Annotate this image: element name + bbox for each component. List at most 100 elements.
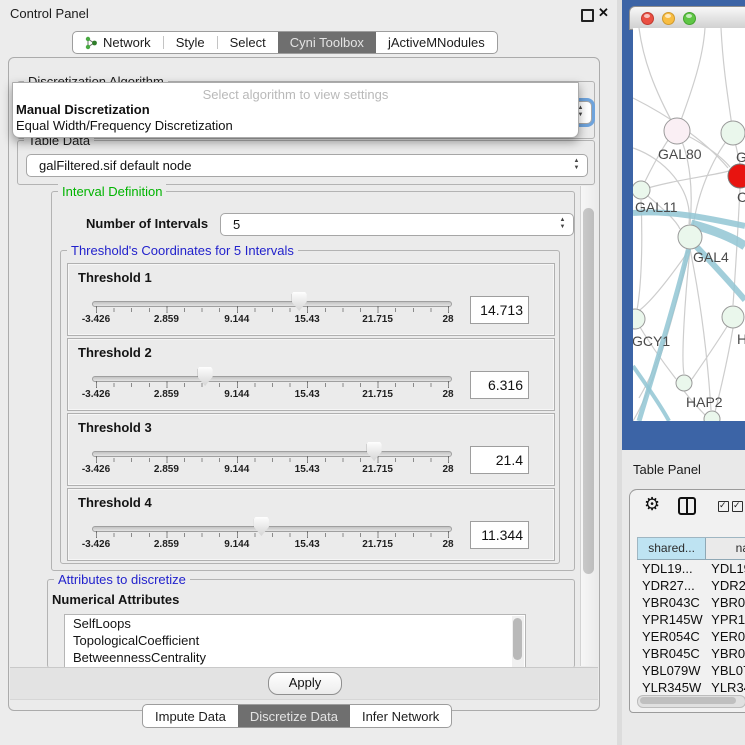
tick-label: 28	[442, 464, 453, 475]
node-gal11[interactable]	[633, 181, 650, 199]
tick-label: 21.715	[362, 464, 393, 475]
dropdown-item-equal-width-frequency[interactable]: Equal Width/Frequency Discretization	[16, 118, 233, 133]
tick-label: 15.43	[295, 464, 320, 475]
main-scrollbar[interactable]	[580, 186, 596, 666]
minimize-traffic-light[interactable]	[662, 12, 675, 25]
tick-label: 28	[442, 539, 453, 550]
combo-stepper-icon	[572, 158, 581, 172]
table-row[interactable]: YDR27... YDR27	[637, 577, 745, 594]
tab-jactivemnodules[interactable]: jActiveMNodules	[376, 32, 497, 53]
node-h[interactable]	[722, 306, 744, 328]
tick-label: 28	[442, 389, 453, 400]
table-row[interactable]: YBL079W YBL07	[637, 662, 745, 679]
column-header-shared-name[interactable]: shared...	[637, 538, 706, 559]
slider-minor-ticks	[96, 533, 449, 537]
threshold-4-value-field[interactable]: 11.344	[470, 521, 529, 549]
column-header-name[interactable]: na	[706, 538, 745, 559]
table-data-value: galFiltered.sif default node	[39, 158, 191, 173]
checkbox-icon[interactable]	[718, 501, 729, 512]
tick-label: 21.715	[362, 314, 393, 325]
table-row[interactable]: YBR045C YBR04	[637, 645, 745, 662]
algorithm-dropdown-popup: Select algorithm to view settings Manual…	[12, 82, 579, 138]
node-ga[interactable]	[721, 121, 745, 145]
node-gal4[interactable]	[678, 225, 702, 249]
close-traffic-light[interactable]	[641, 12, 654, 25]
slider-minor-ticks	[96, 308, 449, 312]
tab-network[interactable]: Network	[73, 32, 163, 53]
top-tabstrip: Network Style Select Cyni Toolbox jActiv…	[72, 31, 498, 54]
network-window-titlebar[interactable]	[629, 6, 745, 30]
node-pink[interactable]	[664, 118, 690, 144]
tick-label: -3.426	[82, 314, 110, 325]
numerical-attributes-label: Numerical Attributes	[52, 592, 179, 607]
close-icon[interactable]: ✕	[598, 5, 609, 21]
table-panel-title: Table Panel	[633, 462, 701, 477]
zoom-traffic-light[interactable]	[683, 12, 696, 25]
tick-label: 28	[442, 314, 453, 325]
threshold-3-panel: Threshold 3 -3.426 2.859 9.144 15.43 21.…	[67, 413, 555, 486]
attributes-group: Attributes to discretize Numerical Attri…	[47, 579, 575, 668]
number-of-intervals-combobox[interactable]: 5	[220, 213, 574, 236]
node-partial[interactable]	[704, 411, 720, 421]
list-item[interactable]: BetweennessCentrality	[65, 649, 525, 666]
tab-infer-network[interactable]: Infer Network	[350, 705, 451, 727]
node-gcy1[interactable]	[633, 309, 645, 329]
threshold-1-value-field[interactable]: 14.713	[470, 296, 529, 324]
apply-button[interactable]: Apply	[268, 672, 342, 695]
threshold-4-label: Threshold 4	[78, 495, 152, 510]
table-horizontal-scrollbar-thumb[interactable]	[640, 697, 736, 704]
list-scrollbar[interactable]	[512, 616, 524, 670]
number-of-intervals-label: Number of Intervals	[86, 216, 208, 231]
tab-cyni-toolbox[interactable]: Cyni Toolbox	[278, 32, 376, 53]
list-item[interactable]: SelfLoops	[65, 615, 525, 632]
node-hap2[interactable]	[676, 375, 692, 391]
threshold-4-panel: Threshold 4 -3.426 2.859 9.144 15.43 21.…	[67, 488, 555, 561]
split-columns-icon[interactable]	[678, 497, 696, 515]
gear-icon[interactable]: ⚙	[644, 494, 660, 515]
tick-label: 9.144	[224, 314, 249, 325]
tick-label: -3.426	[82, 464, 110, 475]
threshold-2-value-field[interactable]: 6.316	[470, 371, 529, 399]
combo-stepper-icon	[558, 217, 567, 231]
interval-definition-group: Interval Definition Number of Intervals …	[51, 191, 575, 571]
table-data-combobox[interactable]: galFiltered.sif default node	[26, 154, 588, 177]
node-label-gal80: GAL80	[658, 146, 702, 162]
table-row[interactable]: YLR345W YLR34	[637, 679, 745, 696]
float-window-icon[interactable]	[581, 9, 594, 22]
checkbox-icon[interactable]	[732, 501, 743, 512]
table-row[interactable]: YDL19... YDL19	[637, 560, 745, 577]
node-label-ga: GA	[736, 149, 745, 165]
main-scrollbar-thumb[interactable]	[583, 208, 594, 574]
control-panel: Control Panel ✕ Network	[0, 0, 617, 745]
tick-label: 2.859	[154, 389, 179, 400]
panel-title: Control Panel	[10, 6, 89, 21]
node-red-selected[interactable]	[728, 164, 745, 188]
numerical-attributes-list: SelfLoops TopologicalCoefficient Between…	[64, 614, 526, 672]
thresholds-group: Threshold's Coordinates for 5 Intervals …	[60, 250, 560, 564]
table-row[interactable]: YER054C YER05	[637, 628, 745, 645]
tab-style[interactable]: Style	[164, 32, 217, 53]
tick-label: 9.144	[224, 389, 249, 400]
apply-row: Apply	[10, 667, 598, 700]
network-canvas[interactable]: GAL80 GA C GAL11 GAL4 GCY1 H HAP2	[633, 28, 745, 421]
tab-select[interactable]: Select	[218, 32, 278, 53]
table-row[interactable]: YBR043C YBR04	[637, 594, 745, 611]
attributes-group-label: Attributes to discretize	[54, 572, 190, 587]
tab-impute-data[interactable]: Impute Data	[143, 705, 238, 727]
node-label-gal4: GAL4	[693, 249, 729, 265]
dropdown-item-manual-discretization[interactable]: Manual Discretization	[16, 102, 150, 117]
bottom-tabstrip: Impute Data Discretize Data Infer Networ…	[142, 704, 452, 728]
list-item[interactable]: TopologicalCoefficient	[65, 632, 525, 649]
table-header-row: shared... na	[637, 537, 745, 560]
dropdown-hint: Select algorithm to view settings	[13, 87, 578, 102]
table-row[interactable]: YPR145W YPR14	[637, 611, 745, 628]
threshold-1-label: Threshold 1	[78, 270, 152, 285]
tick-label: 9.144	[224, 464, 249, 475]
list-scrollbar-thumb[interactable]	[513, 618, 522, 660]
cyni-toolbox-content: Discretization Algorithm Table Data galF…	[8, 57, 600, 711]
threshold-3-value-field[interactable]: 21.4	[470, 446, 529, 474]
table-horizontal-scrollbar[interactable]	[637, 695, 745, 708]
tick-label: 9.144	[224, 539, 249, 550]
tab-discretize-data[interactable]: Discretize Data	[238, 705, 350, 727]
tick-label: 21.715	[362, 539, 393, 550]
